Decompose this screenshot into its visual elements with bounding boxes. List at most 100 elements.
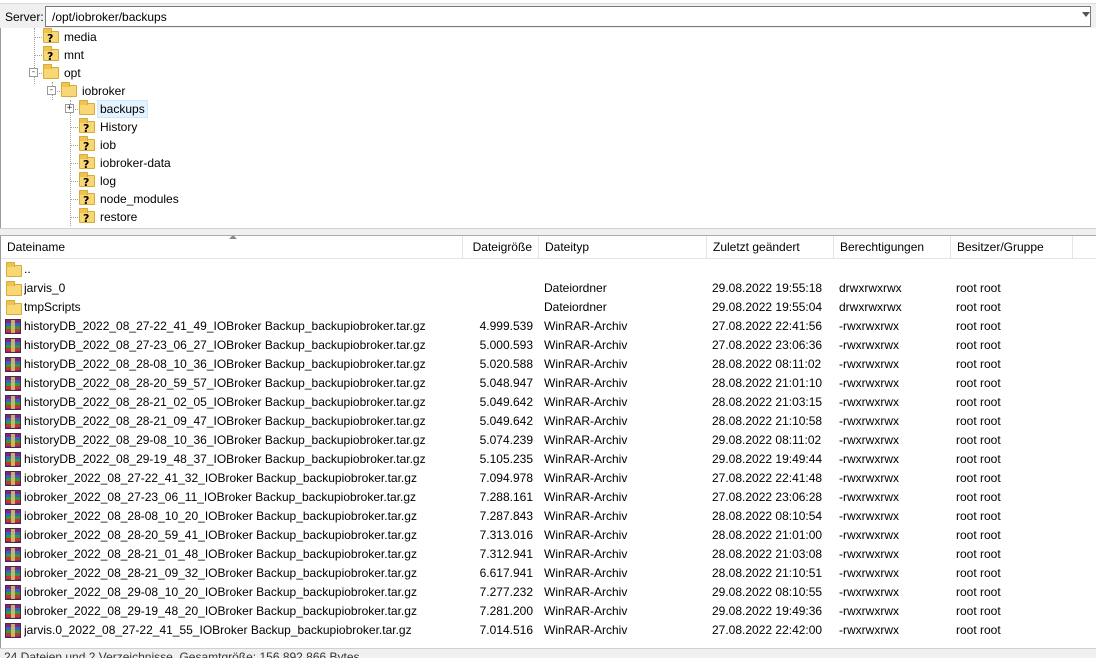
file-size-cell: 7.313.016: [479, 528, 533, 542]
file-row[interactable]: iobroker_2022_08_28-20_59_41_IOBroker Ba…: [1, 526, 1096, 545]
remote-file-list[interactable]: Dateiname Dateigröße Dateityp Zuletzt ge…: [0, 236, 1096, 648]
column-header-permissions[interactable]: Berechtigungen: [834, 236, 951, 258]
file-row[interactable]: historyDB_2022_08_27-23_06_27_IOBroker B…: [1, 336, 1096, 355]
file-row[interactable]: iobroker_2022_08_28-08_10_20_IOBroker Ba…: [1, 507, 1096, 526]
archive-icon: [5, 528, 21, 543]
pane-splitter[interactable]: [0, 228, 1096, 236]
file-modified-cell: 27.08.2022 22:41:48: [712, 471, 823, 485]
question-mark-icon: ?: [83, 212, 90, 225]
collapse-icon[interactable]: -: [29, 68, 38, 77]
archive-icon: [5, 338, 21, 353]
tree-node-log[interactable]: ? log: [1, 172, 1096, 190]
folder-icon: [43, 64, 59, 79]
file-perms-cell: -rwxrwxrwx: [839, 490, 899, 504]
tree-node-mnt[interactable]: ? mnt: [1, 46, 1096, 64]
file-row[interactable]: iobroker_2022_08_28-21_01_48_IOBroker Ba…: [1, 545, 1096, 564]
file-owner-cell: root root: [956, 490, 1001, 504]
column-header-name[interactable]: Dateiname: [1, 236, 463, 258]
file-perms-cell: drwxrwxrwx: [839, 281, 902, 295]
server-path-bar: Server: /opt/iobroker/backups: [0, 3, 1096, 28]
file-name-cell: historyDB_2022_08_28-20_59_57_IOBroker B…: [24, 376, 426, 390]
tree-node-backups[interactable]: + backups: [1, 100, 1096, 118]
column-header-size[interactable]: Dateigröße: [463, 236, 539, 258]
column-header-modified[interactable]: Zuletzt geändert: [707, 236, 834, 258]
file-row[interactable]: iobroker_2022_08_29-19_48_20_IOBroker Ba…: [1, 602, 1096, 621]
tree-node-iob[interactable]: ? iob: [1, 136, 1096, 154]
file-size-cell: 5.105.235: [479, 452, 533, 466]
file-size-cell: 7.312.941: [479, 547, 533, 561]
file-owner-cell: root root: [956, 509, 1001, 523]
tree-node-iobroker-data[interactable]: ? iobroker-data: [1, 154, 1096, 172]
remote-path-input[interactable]: /opt/iobroker/backups: [45, 6, 1091, 27]
file-row[interactable]: iobroker_2022_08_28-21_09_32_IOBroker Ba…: [1, 564, 1096, 583]
file-perms-cell: -rwxrwxrwx: [839, 509, 899, 523]
file-type-cell: WinRAR-Archiv: [544, 471, 628, 485]
folder-icon: [6, 281, 22, 296]
file-type-cell: WinRAR-Archiv: [544, 452, 628, 466]
folder-icon: [6, 262, 22, 277]
expand-icon[interactable]: +: [65, 104, 74, 113]
archive-icon: [5, 357, 21, 372]
file-modified-cell: [712, 260, 832, 279]
archive-icon: [5, 452, 21, 467]
tree-node-history[interactable]: ? History: [1, 118, 1096, 136]
column-header-owner[interactable]: Besitzer/Gruppe: [951, 236, 1073, 258]
unknown-folder-icon: ?: [79, 190, 95, 207]
file-size-cell: 7.277.232: [479, 585, 533, 599]
file-name-cell: historyDB_2022_08_28-21_09_47_IOBroker B…: [24, 414, 426, 428]
tree-node-restore[interactable]: ? restore: [1, 208, 1096, 226]
file-row[interactable]: iobroker_2022_08_29-08_10_20_IOBroker Ba…: [1, 583, 1096, 602]
file-owner-cell: root root: [956, 471, 1001, 485]
file-type-cell: WinRAR-Archiv: [544, 566, 628, 580]
tree-node-media[interactable]: ? media: [1, 28, 1096, 46]
file-row[interactable]: jarvis.0_2022_08_27-22_41_55_IOBroker Ba…: [1, 621, 1096, 640]
file-row[interactable]: historyDB_2022_08_28-21_02_05_IOBroker B…: [1, 393, 1096, 412]
remote-directory-tree[interactable]: ? media? mnt - opt - iobroker + backups? History?…: [0, 28, 1096, 228]
file-modified-cell: 27.08.2022 23:06:36: [712, 338, 823, 352]
file-row[interactable]: historyDB_2022_08_28-20_59_57_IOBroker B…: [1, 374, 1096, 393]
archive-icon: [5, 566, 21, 581]
file-size-cell: [463, 260, 533, 279]
file-perms-cell: -rwxrwxrwx: [839, 452, 899, 466]
file-type-cell: WinRAR-Archiv: [544, 623, 628, 637]
file-modified-cell: 27.08.2022 22:42:00: [712, 623, 823, 637]
file-row[interactable]: iobroker_2022_08_27-22_41_32_IOBroker Ba…: [1, 469, 1096, 488]
file-type-cell: WinRAR-Archiv: [544, 528, 628, 542]
file-perms-cell: -rwxrwxrwx: [839, 471, 899, 485]
file-row[interactable]: tmpScripts Dateiordner 29.08.2022 19:55:04…: [1, 298, 1096, 317]
file-modified-cell: 29.08.2022 19:55:18: [712, 281, 823, 295]
column-header-type[interactable]: Dateityp: [539, 236, 707, 258]
tree-node-opt[interactable]: - opt: [1, 64, 1096, 82]
file-row[interactable]: historyDB_2022_08_28-08_10_36_IOBroker B…: [1, 355, 1096, 374]
file-row[interactable]: jarvis_0 Dateiordner 29.08.2022 19:55:18 dr…: [1, 279, 1096, 298]
file-modified-cell: 28.08.2022 21:03:08: [712, 547, 823, 561]
file-perms-cell: -rwxrwxrwx: [839, 585, 899, 599]
column-header-name-label: Dateiname: [7, 240, 66, 254]
file-type-cell: Dateiordner: [544, 281, 607, 295]
file-modified-cell: 28.08.2022 21:01:00: [712, 528, 823, 542]
collapse-icon[interactable]: -: [47, 86, 56, 95]
file-row[interactable]: historyDB_2022_08_27-22_41_49_IOBroker B…: [1, 317, 1096, 336]
file-size-cell: 6.617.941: [479, 566, 533, 580]
file-row[interactable]: ..: [1, 260, 1096, 279]
file-row[interactable]: historyDB_2022_08_28-21_09_47_IOBroker B…: [1, 412, 1096, 431]
path-history-dropdown-icon[interactable]: [1082, 12, 1090, 17]
file-owner-cell: root root: [956, 528, 1001, 542]
file-name-cell: iobroker_2022_08_28-21_09_32_IOBroker Ba…: [24, 566, 417, 580]
file-name-cell: iobroker_2022_08_29-08_10_20_IOBroker Ba…: [24, 585, 417, 599]
file-modified-cell: 27.08.2022 23:06:28: [712, 490, 823, 504]
file-size-cell: 5.020.588: [479, 357, 533, 371]
file-type-cell: WinRAR-Archiv: [544, 338, 628, 352]
tree-node-iobroker[interactable]: - iobroker: [1, 82, 1096, 100]
file-row[interactable]: historyDB_2022_08_29-19_48_37_IOBroker B…: [1, 450, 1096, 469]
tree-node-node-modules[interactable]: ? node_modules: [1, 190, 1096, 208]
file-owner-cell: root root: [956, 300, 1001, 314]
archive-icon: [5, 585, 21, 600]
file-perms-cell: -rwxrwxrwx: [839, 623, 899, 637]
file-name-cell: ..: [24, 262, 31, 276]
file-row[interactable]: historyDB_2022_08_29-08_10_36_IOBroker B…: [1, 431, 1096, 450]
archive-icon: [5, 547, 21, 562]
file-row[interactable]: iobroker_2022_08_27-23_06_11_IOBroker Ba…: [1, 488, 1096, 507]
archive-icon: [5, 319, 21, 334]
file-size-cell: 5.000.593: [479, 338, 533, 352]
